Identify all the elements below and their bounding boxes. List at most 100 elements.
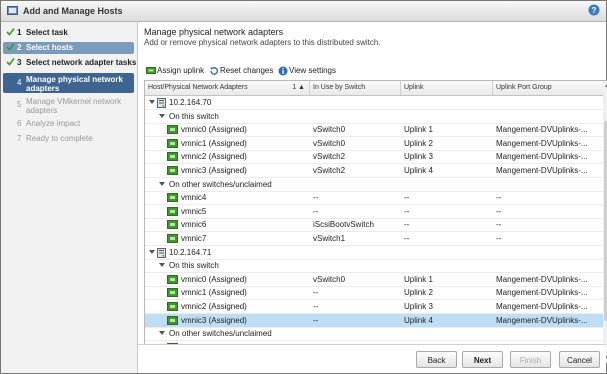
expand-triangle-icon[interactable] — [149, 249, 155, 254]
column-header-uplink-port-group[interactable]: Uplink Port Group — [493, 81, 604, 95]
adapter-row[interactable]: vmnic1 (Assigned) -- Uplink 2 Mangement-DVU… — [145, 286, 604, 301]
grid-header: Host/Physical Network Adapters 1 ▲ In Us… — [145, 81, 604, 96]
uplink-port-group: Mangement-DVUplinks-... — [496, 125, 588, 135]
network-adapter-icon — [167, 302, 178, 311]
adapter-row[interactable]: vmnic5 -- -- -- — [145, 205, 604, 219]
uplink-port-group: Mangement-DVUplinks-... — [496, 138, 588, 148]
network-adapter-icon — [167, 152, 178, 162]
view-settings-label: View settings — [289, 66, 336, 75]
in-use-by-switch: -- — [313, 302, 319, 311]
network-adapter-icon — [167, 125, 178, 135]
group-row[interactable]: On other switches/unclaimed — [145, 178, 604, 192]
host-row[interactable]: 10.2.164.70 — [145, 96, 604, 110]
in-use-by-switch: iScsiBootvSwitch — [313, 220, 374, 230]
cancel-button[interactable]: Cancel — [559, 351, 600, 368]
vertical-scrollbar[interactable] — [603, 80, 607, 363]
uplink-port-group: Mangement-DVUplinks-... — [496, 315, 588, 325]
group-row[interactable]: On this switch — [145, 110, 604, 124]
uplink-port-group: Mangement-DVUplinks-... — [496, 288, 588, 298]
step-label: Analyze impact — [26, 119, 81, 128]
step-label: Manage physical network adapters — [26, 75, 123, 93]
column-header-in-use[interactable]: In Use by Switch — [310, 81, 401, 95]
wizard-steps: 1 Select task 2 Select hosts 3 Select ne… — [1, 22, 138, 373]
adapter-row[interactable]: vmnic3 (Assigned) -- Uplink 4 Mangement-DVU… — [145, 313, 604, 328]
adapter-row[interactable]: vmnic7 vSwitch1 -- -- — [145, 232, 604, 246]
adapter-row[interactable]: vmnic2 (Assigned) -- Uplink 3 Mangement-DVU… — [145, 300, 604, 314]
step-select-task[interactable]: 1 Select task — [3, 27, 134, 39]
group-name: On other switches/unclaimed — [169, 179, 272, 189]
host-row[interactable]: 10.2.164.71 — [145, 246, 604, 260]
uplink-port-group: Mangement-DVUplinks-... — [496, 302, 588, 311]
column-header-host[interactable]: Host/Physical Network Adapters 1 ▲ — [145, 81, 310, 95]
uplink-port-group: Mangement-DVUplinks-... — [496, 166, 588, 175]
in-use-by-switch: vSwitch2 — [313, 152, 346, 162]
next-button[interactable]: Next — [462, 351, 503, 368]
step-analyze-impact: 6 Analyze impact — [3, 118, 134, 130]
step-label: Select network adapter tasks — [26, 58, 137, 67]
window-title: Add and Manage Hosts — [23, 6, 123, 16]
group-name: On this switch — [169, 111, 219, 121]
adapter-row[interactable]: vmnic0 (Assigned) vSwitch0 Uplink 1 Mangeme… — [145, 123, 604, 138]
in-use-by-switch: vSwitch0 — [313, 138, 346, 148]
network-adapter-icon — [167, 138, 178, 148]
expand-triangle-icon[interactable] — [159, 263, 165, 268]
uplink-value: Uplink 4 — [404, 166, 433, 175]
network-adapter-icon — [167, 274, 178, 284]
step-number: 6 — [17, 119, 22, 128]
step-select-hosts[interactable]: 2 Select hosts — [3, 42, 134, 54]
group-row[interactable]: On other switches/unclaimed — [145, 327, 604, 342]
uplink-value: Uplink 2 — [404, 138, 433, 148]
host-icon — [157, 247, 166, 258]
host-icon — [157, 98, 166, 108]
uplink-value: Uplink 3 — [404, 152, 433, 162]
adapter-name: vmnic2 (Assigned) — [181, 152, 247, 162]
finish-button: Finish — [510, 351, 551, 368]
step-select-network-adapter-tasks[interactable]: 3 Select network adapter tasks — [3, 57, 137, 70]
adapter-name: vmnic0 (Assigned) — [181, 274, 247, 284]
group-name: On other switches/unclaimed — [169, 329, 272, 339]
adapter-name: vmnic6 — [181, 220, 207, 230]
step-number: 3 — [17, 58, 22, 67]
checkmark-icon — [6, 57, 15, 70]
svg-text:?: ? — [592, 6, 597, 15]
uplink-port-group: -- — [496, 220, 502, 230]
step-manage-vmkernel-adapters: 5 Manage VMkernel network adapters — [3, 96, 134, 116]
uplink-value: Uplink 4 — [404, 315, 433, 325]
uplink-value: Uplink 1 — [404, 274, 433, 284]
uplink-value: Uplink 3 — [404, 302, 433, 311]
expand-triangle-icon[interactable] — [159, 113, 165, 118]
in-use-by-switch: vSwitch1 — [313, 234, 346, 243]
in-use-by-switch: vSwitch0 — [313, 274, 346, 284]
assign-uplink-label: Assign uplink — [157, 66, 205, 75]
adapter-row[interactable]: vmnic1 (Assigned) vSwitch0 Uplink 2 Mangeme… — [145, 137, 604, 151]
uplink-port-group: Mangement-DVUplinks-... — [496, 152, 588, 162]
help-icon[interactable]: ? — [588, 4, 600, 16]
network-adapter-icon — [167, 315, 178, 325]
uplink-value: Uplink 1 — [404, 125, 433, 135]
step-label: Manage VMkernel network adapters — [26, 97, 122, 115]
adapter-row[interactable]: vmnic0 (Assigned) vSwitch0 Uplink 1 Mangeme… — [145, 273, 604, 287]
column-header-uplink[interactable]: Uplink — [401, 81, 493, 95]
network-adapter-icon — [167, 234, 178, 243]
network-adapter-icon — [167, 288, 178, 298]
step-manage-physical-adapters[interactable]: 4 Manage physical network adapters — [3, 73, 134, 93]
uplink-port-group: Mangement-DVUplinks-... — [496, 274, 588, 284]
adapter-row[interactable]: vmnic3 (Assigned) vSwitch2 Uplink 4 Mangeme… — [145, 164, 604, 178]
uplink-value: -- — [404, 193, 410, 203]
adapter-row[interactable]: vmnic2 (Assigned) vSwitch2 Uplink 3 Mangeme… — [145, 150, 604, 165]
expand-triangle-icon[interactable] — [159, 181, 165, 186]
expand-triangle-icon[interactable] — [159, 331, 165, 336]
uplink-port-group: -- — [496, 206, 502, 216]
adapter-row[interactable]: vmnic4 -- -- -- — [145, 191, 604, 206]
group-name: On this switch — [169, 261, 219, 271]
step-label: Select hosts — [26, 43, 74, 52]
adapter-row[interactable]: vmnic6 iScsiBootvSwitch -- -- — [145, 218, 604, 233]
expand-triangle-icon[interactable] — [149, 100, 155, 104]
uplink-value: -- — [404, 220, 410, 230]
back-button[interactable]: Back — [416, 351, 457, 368]
group-row[interactable]: On this switch — [145, 259, 604, 274]
reset-changes-label: Reset changes — [220, 66, 274, 75]
in-use-by-switch: -- — [313, 193, 319, 203]
in-use-by-switch: vSwitch0 — [313, 125, 346, 135]
host-name: 10.2.164.71 — [169, 247, 212, 257]
